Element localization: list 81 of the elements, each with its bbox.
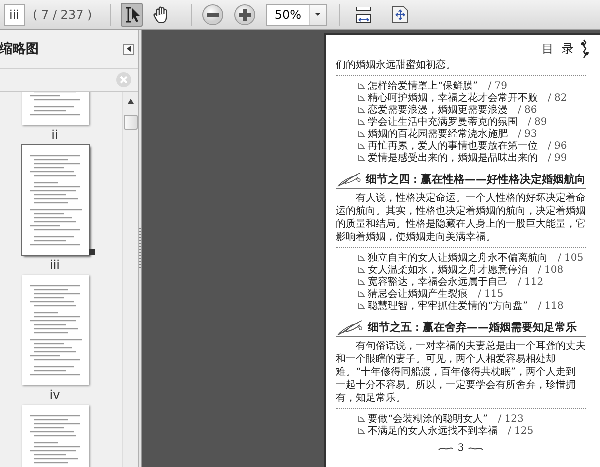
thumbnail-label: iii [50, 257, 60, 274]
page-reference: / 118 [538, 300, 564, 312]
leaf-bullet-icon [358, 118, 366, 126]
page-reference: / 108 [538, 264, 564, 276]
collapse-arrow-icon [126, 45, 132, 53]
scrollbar-thumb[interactable] [124, 115, 138, 130]
fit-page-icon [392, 6, 410, 24]
page-reference: / 82 [548, 92, 568, 104]
contents-entry[interactable]: 学会让生活中充满罗曼蒂克的氛围 [368, 115, 518, 129]
leaf-bullet-icon [358, 290, 366, 298]
zoom-out-button[interactable] [202, 4, 224, 26]
leaf-bullet-icon [358, 94, 366, 102]
page-reference: / 96 [548, 140, 568, 152]
footer-ornament-icon [468, 446, 484, 452]
contents-entry[interactable]: 猜忌会让婚姻产生裂痕 [368, 287, 468, 301]
zoom-value-input[interactable]: 50% [267, 6, 310, 22]
select-tool-button[interactable] [121, 2, 144, 26]
page-reference: / 89 [528, 116, 548, 128]
contents-entry[interactable]: 女人温柔如水，婚姻之舟才愿意停泊 [368, 263, 528, 277]
paragraph: 有人说，性格决定命运。一个人性格的好坏决定着命运的航向。其实，性格也决定着婚姻的航向，决定着婚姻的质量和结局。性格是隐藏在人身上的一股巨大能量，它影响着婚姻，使婚姻走向美满幸福。 [336, 189, 586, 248]
zoom-dropdown-button[interactable] [309, 4, 326, 24]
page-reference: / 79 [488, 80, 508, 92]
contents-entry[interactable]: 独立自主的女人让婚姻之舟永不偏离航向 [368, 251, 548, 265]
panel-title: 缩略图 [0, 40, 39, 58]
page-number-field[interactable]: iii [4, 4, 25, 26]
leaf-bullet-icon [358, 266, 366, 274]
fit-width-button[interactable] [356, 6, 372, 24]
page-reference: / 99 [548, 152, 568, 164]
leaf-bullet-icon [358, 154, 366, 162]
fit-page-button[interactable] [392, 6, 410, 24]
caret-icon [314, 12, 322, 17]
contents-entry[interactable]: 不满足的女人永远找不到幸福 [368, 424, 498, 438]
leaf-bullet-icon [358, 106, 366, 114]
scrollbar[interactable] [122, 92, 138, 467]
paragraph: 有句俗话说，一对幸福的夫妻总是由一个耳聋的丈夫和一个眼瞎的妻子。可见，两个人相爱容易相处却难。“十年修得同船渡，百年修得共枕眠”，两个人走到一起十分不容易。所以，一定要学会有所舍弃，珍惜拥有，知足常乐。 [336, 337, 586, 409]
zoom-out-icon [202, 4, 224, 26]
contents-entry[interactable]: 怎样给爱情罩上“保鲜膜” [368, 79, 478, 93]
thumbnail-label: ii [52, 127, 58, 144]
contents-entry[interactable]: 宽容豁达，幸福会永远属于自己 [368, 275, 508, 289]
contents-entry[interactable]: 恋爱需要浪漫，婚姻更需要浪漫 [368, 103, 508, 117]
scroll-up-arrow-icon[interactable] [126, 98, 134, 105]
leaf-bullet-icon [358, 82, 366, 90]
page-thumbnail[interactable] [22, 145, 94, 255]
page-number: 3 [458, 443, 464, 454]
contents-entry[interactable]: 再忙再累，爱人的事情也要放在第一位 [368, 139, 538, 153]
fit-width-icon [356, 6, 372, 24]
feather-ornament-icon [336, 170, 364, 188]
footer-ornament-icon [438, 446, 454, 452]
cursor-icon [123, 4, 142, 24]
section-heading: 细节之四：赢在性格——好性格决定婚姻航向 [366, 172, 586, 188]
contents-entry[interactable]: 要做“会装糊涂的聪明女人” [368, 412, 488, 426]
page-reference: / 123 [498, 414, 524, 424]
contents-entry[interactable]: 精心呵护婚姻，幸福之花才会常开不败 [368, 91, 538, 105]
zoom-field[interactable]: 50% [266, 4, 328, 26]
contents-heading: 目 录 [542, 40, 576, 58]
collapse-panel-button[interactable] [123, 44, 134, 54]
zoom-in-button[interactable] [234, 4, 256, 26]
section-heading: 细节之五：赢在舍弃——婚姻需要知足常乐 [368, 320, 577, 336]
leaf-bullet-icon [358, 278, 366, 286]
leaf-bullet-icon [358, 415, 366, 423]
page-reference: / 105 [558, 252, 584, 264]
zoom-in-icon [234, 4, 256, 26]
page-count: ( 7 / 237 ) [33, 8, 92, 22]
leaf-bullet-icon [358, 142, 366, 150]
leaf-bullet-icon [358, 427, 366, 435]
page-reference: / 86 [518, 104, 538, 116]
contents-entry[interactable]: 婚姻的百花园需要经常浇水施肥 [368, 127, 508, 141]
ornament-icon [580, 39, 590, 59]
contents-entry[interactable]: 爱情是感受出来的，婚姻是品味出来的 [368, 151, 538, 165]
leaf-bullet-icon [358, 254, 366, 262]
thumbnail-label: iv [50, 387, 60, 404]
contents-entry[interactable]: 聪慧理智，牢牢抓住爱情的“方向盘” [368, 299, 528, 313]
page-reference: / 115 [478, 288, 504, 300]
page-reference: / 125 [508, 426, 534, 436]
page-reference: / 112 [518, 276, 544, 288]
leaf-bullet-icon [358, 302, 366, 310]
close-icon [116, 72, 132, 88]
page-reference: / 93 [518, 128, 538, 140]
leaf-bullet-icon [358, 130, 366, 138]
body-text: 们的婚姻永远甜蜜如初恋。 [336, 59, 586, 76]
hand-icon [152, 5, 169, 24]
